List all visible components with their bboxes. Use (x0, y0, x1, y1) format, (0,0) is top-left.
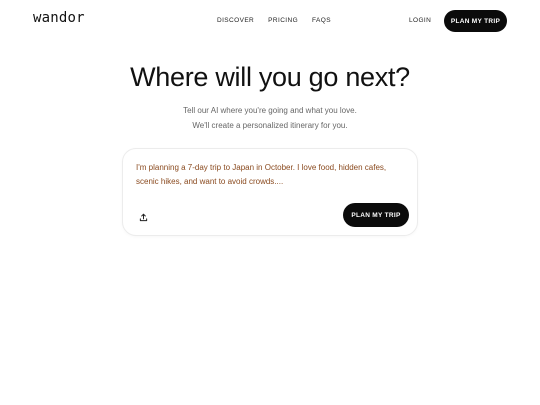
login-link[interactable]: LOGIN (409, 17, 431, 24)
plan-my-trip-submit-button[interactable]: PLAN MY TRIP (343, 203, 409, 227)
main-nav: DISCOVER PRICING FAQS (217, 17, 331, 24)
plan-my-trip-header-button[interactable]: PLAN MY TRIP (444, 10, 507, 32)
nav-item-pricing[interactable]: PRICING (268, 17, 298, 24)
prompt-card: I'm planning a 7-day trip to Japan in Oc… (122, 148, 418, 236)
brand-logo[interactable]: wandor (33, 10, 85, 26)
hero-subtitle-line2: We'll create a personalized itinerary fo… (192, 121, 348, 130)
trip-prompt-input[interactable]: I'm planning a 7-day trip to Japan in Oc… (136, 161, 406, 189)
nav-item-discover[interactable]: DISCOVER (217, 17, 254, 24)
hero-title: Where will you go next? (130, 62, 410, 92)
nav-item-faqs[interactable]: FAQS (312, 17, 331, 24)
upload-icon[interactable] (137, 211, 149, 223)
hero-subtitle-line1: Tell our AI where you're going and what … (183, 106, 357, 115)
